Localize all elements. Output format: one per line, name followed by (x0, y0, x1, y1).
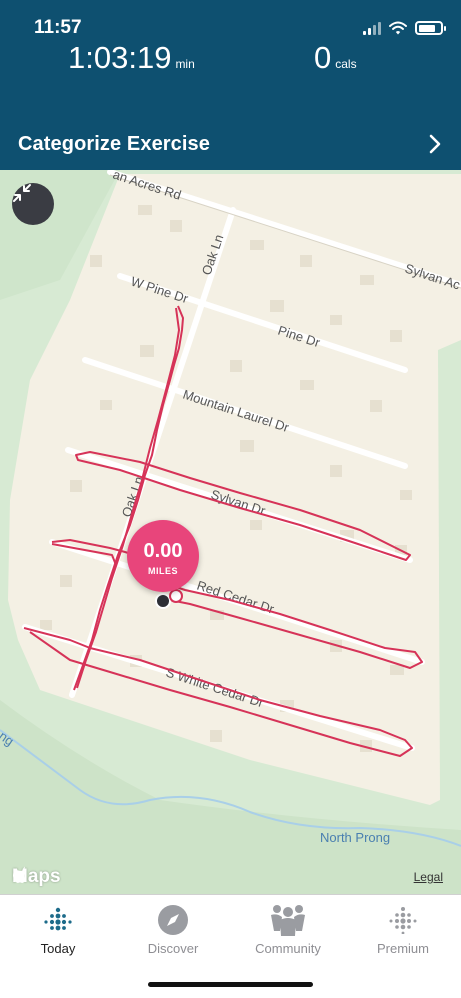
status-icons (363, 18, 446, 38)
distance-unit: MILES (147, 566, 178, 576)
route-end-marker (155, 593, 171, 609)
wifi-icon (389, 21, 407, 35)
battery-icon (415, 21, 446, 35)
tab-discover-label: Discover (147, 941, 199, 956)
status-time: 11:57 (34, 17, 82, 38)
tab-community-label: Community (255, 941, 321, 956)
route-map[interactable]: an Acres Rd Sylvan Ac Oak Ln W Pine Dr P… (0, 170, 461, 894)
community-icon (271, 905, 305, 936)
duration-stat: 1:03:19 min (68, 40, 195, 76)
tab-today[interactable]: Today (8, 903, 108, 956)
today-dots-icon (44, 907, 72, 931)
tab-premium[interactable]: Premium (353, 903, 453, 956)
apple-logo-icon (13, 866, 26, 883)
water-label-north-prong: North Prong (320, 830, 390, 845)
calories-value: 0 (314, 40, 332, 75)
legal-link[interactable]: Legal (414, 870, 443, 884)
tab-discover[interactable]: Discover (123, 903, 223, 956)
collapse-arrows-icon (13, 184, 31, 202)
categorize-exercise-row[interactable]: Categorize Exercise (0, 118, 461, 170)
calories-stat: 0 cals (314, 40, 357, 76)
workout-header: 11:57 1:03:19 min 0 cals Categorize Exer… (0, 0, 461, 170)
compass-icon (158, 905, 188, 935)
chevron-right-icon (429, 134, 441, 154)
categorize-exercise-label: Categorize Exercise (18, 132, 210, 155)
distance-value: 0.00 (143, 540, 183, 562)
apple-maps-attribution: Maps (12, 866, 61, 888)
calories-unit: cals (335, 57, 357, 71)
tab-premium-label: Premium (376, 941, 429, 956)
duration-value: 1:03:19 (68, 40, 172, 75)
cellular-signal-icon (363, 21, 381, 35)
map-canvas: an Acres Rd Sylvan Ac Oak Ln W Pine Dr P… (0, 170, 461, 894)
home-indicator (148, 982, 313, 987)
collapse-map-button[interactable] (12, 183, 54, 225)
route-start-marker (169, 589, 183, 603)
tab-community[interactable]: Community (238, 903, 338, 956)
distance-badge: 0.00 MILES (127, 520, 199, 592)
duration-unit: min (175, 57, 195, 71)
premium-dots-icon (389, 907, 417, 934)
tab-today-label: Today (40, 941, 76, 956)
